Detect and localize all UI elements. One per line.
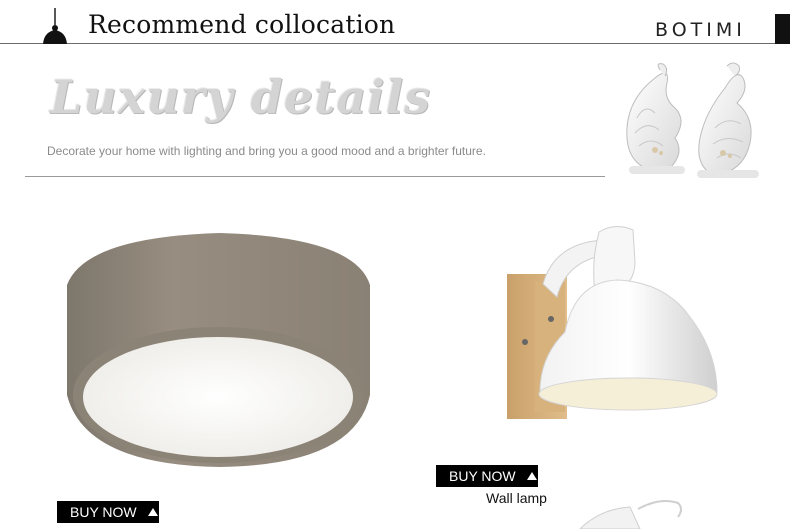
- up-triangle-icon: [526, 472, 537, 480]
- up-triangle-icon: [147, 508, 158, 516]
- pendant-lamp-icon: [43, 8, 67, 44]
- ceiling-lamp-buy-now-button[interactable]: BUY NOW: [57, 501, 159, 523]
- brand-bar: [775, 14, 790, 44]
- brand-logo: BOTIMI: [655, 19, 746, 41]
- buy-now-label: BUY NOW: [70, 504, 137, 520]
- luxury-subtitle: Decorate your home with lighting and bri…: [47, 144, 486, 158]
- wall-lamp-buy-now-button[interactable]: BUY NOW: [436, 465, 538, 487]
- desk-lamp-image: [579, 500, 682, 529]
- ceiling-lamp-image: [67, 233, 370, 467]
- buy-now-label: BUY NOW: [449, 468, 516, 484]
- swan-figurines-image: [626, 62, 759, 178]
- luxury-title: Luxury details: [50, 70, 431, 124]
- page-title: Recommend collocation: [88, 10, 396, 39]
- header-divider: [0, 43, 775, 44]
- wall-lamp-caption: Wall lamp: [486, 490, 547, 506]
- wall-lamp-image: [507, 226, 718, 419]
- banner-divider: [25, 176, 605, 177]
